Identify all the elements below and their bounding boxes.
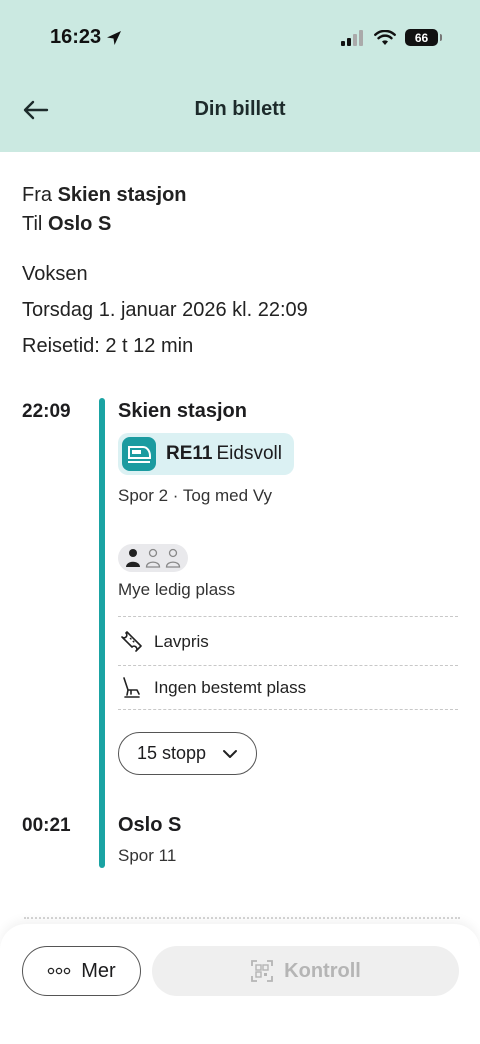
status-bar: 16:23 66	[0, 0, 480, 76]
divider	[118, 616, 458, 617]
control-label: Kontroll	[284, 959, 361, 982]
line-code: RE11	[166, 443, 213, 464]
control-button[interactable]: Kontroll	[152, 946, 459, 996]
travel-time: Reisetid: 2 t 12 min	[22, 335, 194, 357]
seat-icon	[123, 677, 140, 698]
wifi-icon	[374, 29, 396, 45]
ticket-type-row: Lavpris	[118, 624, 209, 660]
divider	[118, 665, 458, 666]
to-label: Til	[22, 213, 43, 235]
timeline-line	[99, 398, 105, 868]
person-icon	[145, 548, 161, 568]
arrival-time: 00:21	[22, 815, 71, 836]
arrival-platform: Spor 11	[118, 846, 177, 865]
from-label: Fra	[22, 184, 52, 206]
qr-code-icon	[251, 960, 274, 982]
to-station: Oslo S	[47, 213, 112, 235]
platform-operator: Spor 2 · Tog med Vy	[118, 486, 273, 505]
line-destination: Eidsvoll	[216, 443, 282, 464]
train-icon	[122, 437, 156, 471]
more-label: Mer	[81, 959, 116, 982]
battery-indicator: 66	[405, 29, 442, 46]
seat-row: Ingen bestemt plass	[118, 670, 306, 706]
status-icons: 66	[341, 29, 442, 46]
status-time-text: 16:23	[50, 26, 102, 48]
header: 16:23 66 Din billett	[0, 0, 480, 152]
nav-bar: Din billett	[0, 84, 480, 136]
more-button[interactable]: Mer	[22, 946, 141, 996]
line-badge: RE11 Eidsvoll	[118, 433, 294, 475]
from-station: Skien stasjon	[57, 184, 187, 206]
signal-icon	[341, 29, 363, 46]
crowding-text: Mye ledig plass	[118, 580, 236, 599]
departure-time: 22:09	[22, 401, 71, 422]
person-icon	[126, 549, 140, 567]
passenger-type: Voksen	[22, 263, 88, 285]
departure-station: Skien stasjon	[118, 400, 247, 422]
ticket-icon	[121, 631, 142, 652]
to-row: Til Oslo S	[22, 213, 111, 236]
status-time: 16:23	[50, 26, 123, 49]
chevron-down-icon	[223, 749, 238, 758]
divider	[118, 709, 458, 710]
stops-label: 15 stopp	[136, 743, 207, 763]
crowding-indicator	[118, 544, 188, 572]
ticket-type: Lavpris	[154, 632, 209, 651]
arrival-station: Oslo S	[118, 814, 182, 836]
seat-info: Ingen bestemt plass	[154, 678, 307, 697]
page-title: Din billett	[194, 98, 286, 120]
from-row: Fra Skien stasjon	[22, 184, 187, 207]
departure-datetime: Torsdag 1. januar 2026 kl. 22:09	[22, 299, 308, 321]
dots-icon	[48, 967, 71, 975]
divider	[24, 917, 460, 919]
location-arrow-icon	[107, 30, 122, 45]
stops-toggle-button[interactable]: 15 stopp	[118, 732, 257, 775]
person-icon	[165, 548, 181, 568]
